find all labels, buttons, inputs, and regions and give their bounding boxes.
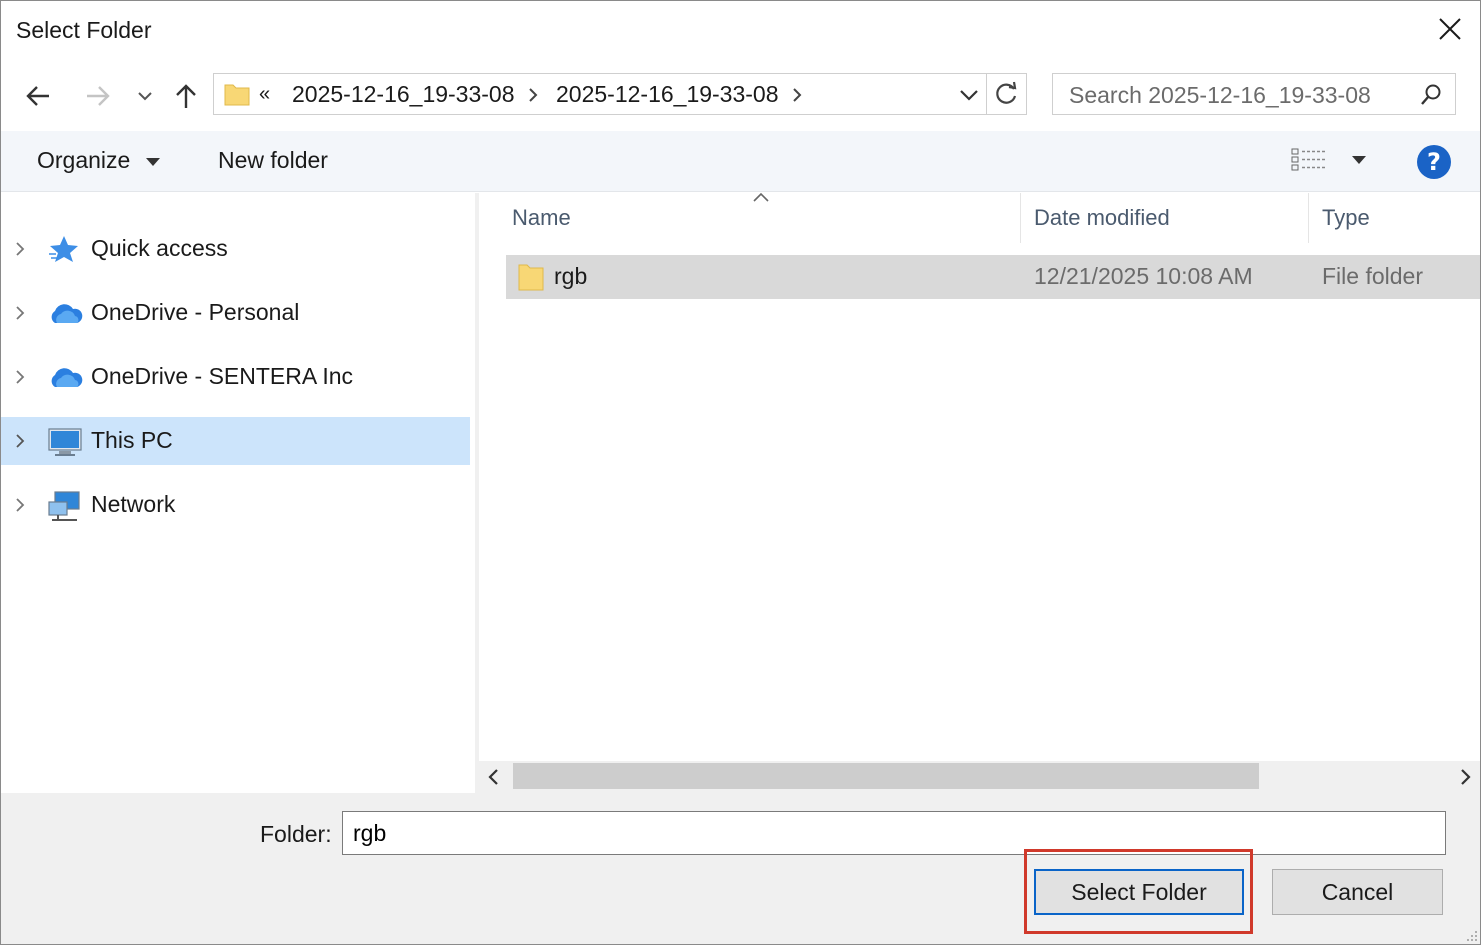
navigation-bar: « 2025-12-16_19-33-08 2025-12-16_19-33-0… (1, 67, 1480, 123)
breadcrumb-overflow[interactable]: « (259, 83, 270, 106)
column-header-date-modified[interactable]: Date modified (1034, 205, 1170, 231)
computer-icon (48, 428, 82, 456)
cloud-icon (51, 368, 83, 387)
folder-icon (518, 264, 544, 291)
file-date-modified: 12/21/2025 10:08 AM (1034, 263, 1253, 289)
column-divider[interactable] (1020, 193, 1021, 243)
chevron-right-icon[interactable] (13, 303, 27, 323)
new-folder-button[interactable]: New folder (218, 147, 328, 174)
details-view-icon (1291, 148, 1325, 171)
folder-label: Folder: (260, 821, 332, 847)
sidebar-item-label: OneDrive - Personal (91, 299, 300, 325)
sort-ascending-icon (753, 192, 769, 202)
sidebar-item-onedrive-sentera[interactable]: OneDrive - SENTERA Inc (1, 353, 470, 401)
navigation-pane: Quick access OneDrive - Personal OneDriv… (1, 193, 475, 793)
help-icon[interactable]: ? (1417, 145, 1451, 179)
title-bar: Select Folder (1, 1, 1480, 59)
change-view-button[interactable] (1291, 147, 1367, 178)
file-name: rgb (554, 263, 588, 289)
table-row[interactable]: rgb 12/21/2025 10:08 AM File folder (506, 255, 1480, 299)
sidebar-item-label: Network (91, 491, 176, 517)
resize-grip-icon[interactable] (1464, 928, 1478, 942)
arrow-left-icon[interactable] (23, 81, 53, 111)
chevron-right-icon[interactable] (527, 86, 539, 104)
network-icon (48, 491, 80, 521)
sidebar-item-label: This PC (91, 427, 173, 453)
dialog-title: Select Folder (16, 17, 152, 43)
file-type: File folder (1322, 263, 1423, 289)
breadcrumb-item[interactable]: 2025-12-16_19-33-08 (556, 81, 779, 108)
chevron-down-icon[interactable] (135, 81, 155, 111)
folder-icon (224, 84, 250, 106)
search-box[interactable]: Search 2025-12-16_19-33-08 (1052, 73, 1456, 115)
dialog-footer: Folder: Select Folder Cancel (1, 793, 1480, 944)
sidebar-item-this-pc[interactable]: This PC (1, 417, 470, 465)
arrow-up-icon[interactable] (171, 81, 201, 111)
organize-label: Organize (37, 147, 131, 173)
column-divider[interactable] (1308, 193, 1309, 243)
cloud-icon (51, 304, 83, 323)
caret-down-icon (1352, 156, 1367, 164)
select-folder-dialog: Select Folder « 2025-12-16_19-33-08 2025… (0, 0, 1481, 945)
sidebar-item-network[interactable]: Network (1, 481, 470, 529)
address-bar[interactable]: « 2025-12-16_19-33-08 2025-12-16_19-33-0… (213, 73, 1027, 115)
sidebar-item-label: OneDrive - SENTERA Inc (91, 363, 354, 389)
scroll-right-icon[interactable] (1458, 767, 1472, 787)
chevron-right-icon[interactable] (13, 431, 27, 451)
search-placeholder: Search 2025-12-16_19-33-08 (1069, 82, 1371, 108)
chevron-right-icon[interactable] (13, 367, 27, 387)
scroll-left-icon[interactable] (487, 767, 501, 787)
arrow-right-icon[interactable] (83, 81, 113, 111)
chevron-down-icon[interactable] (958, 86, 980, 104)
chevron-right-icon[interactable] (13, 239, 27, 259)
star-icon (49, 236, 78, 262)
sidebar-item-quick-access[interactable]: Quick access (1, 225, 470, 273)
command-bar: Organize New folder ? (1, 131, 1480, 192)
column-header-type[interactable]: Type (1322, 205, 1370, 231)
file-list: Name Date modified Type rgb 12/21/2025 1… (479, 192, 1480, 793)
sidebar-item-label: Quick access (91, 235, 228, 261)
folder-field[interactable] (342, 811, 1446, 855)
horizontal-scrollbar[interactable] (479, 761, 1480, 793)
organize-button[interactable]: Organize (37, 147, 161, 174)
scrollbar-thumb[interactable] (513, 763, 1259, 789)
breadcrumb-item[interactable]: 2025-12-16_19-33-08 (292, 81, 515, 108)
chevron-right-icon[interactable] (791, 86, 803, 104)
refresh-icon[interactable] (986, 74, 1027, 114)
sidebar-item-onedrive-personal[interactable]: OneDrive - Personal (1, 289, 470, 337)
annotation-highlight-box (1024, 849, 1253, 934)
search-icon[interactable] (1419, 83, 1443, 107)
chevron-right-icon[interactable] (13, 495, 27, 515)
caret-down-icon (145, 157, 160, 166)
cancel-button[interactable]: Cancel (1272, 869, 1443, 915)
close-icon[interactable] (1434, 13, 1466, 45)
column-header-name[interactable]: Name (512, 205, 571, 231)
